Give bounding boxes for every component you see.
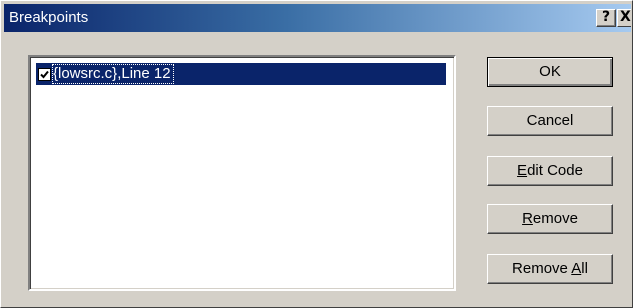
remove-all-label: ll bbox=[581, 260, 588, 277]
edit-code-label: dit Code bbox=[527, 162, 583, 179]
remove-label: emove bbox=[532, 210, 578, 227]
remove-all-prefix: Remove bbox=[512, 260, 572, 277]
close-button[interactable]: X bbox=[617, 9, 631, 27]
breakpoint-list[interactable]: {lowsrc.c},Line 12 bbox=[28, 55, 456, 291]
window-title: Breakpoints bbox=[9, 9, 89, 26]
list-item[interactable]: {lowsrc.c},Line 12 bbox=[36, 63, 446, 85]
remove-all-button[interactable]: Remove All bbox=[487, 254, 613, 284]
breakpoint-label: {lowsrc.c},Line 12 bbox=[52, 64, 174, 84]
cancel-button[interactable]: Cancel bbox=[487, 106, 613, 136]
ok-button[interactable]: OK bbox=[487, 57, 613, 87]
help-button[interactable]: ? bbox=[596, 9, 616, 27]
title-bar[interactable]: Breakpoints ? X bbox=[4, 4, 631, 32]
breakpoint-checkbox[interactable] bbox=[38, 67, 51, 81]
edit-code-button[interactable]: Edit Code bbox=[487, 156, 613, 186]
checkmark-icon bbox=[40, 70, 49, 78]
edit-code-mnemonic: E bbox=[517, 162, 528, 179]
remove-all-mnemonic: A bbox=[571, 260, 582, 277]
remove-button[interactable]: Remove bbox=[487, 204, 613, 234]
breakpoints-dialog: Breakpoints ? X {lowsrc.c},Line 12 OK Ca… bbox=[0, 0, 633, 308]
remove-mnemonic: R bbox=[522, 210, 533, 227]
